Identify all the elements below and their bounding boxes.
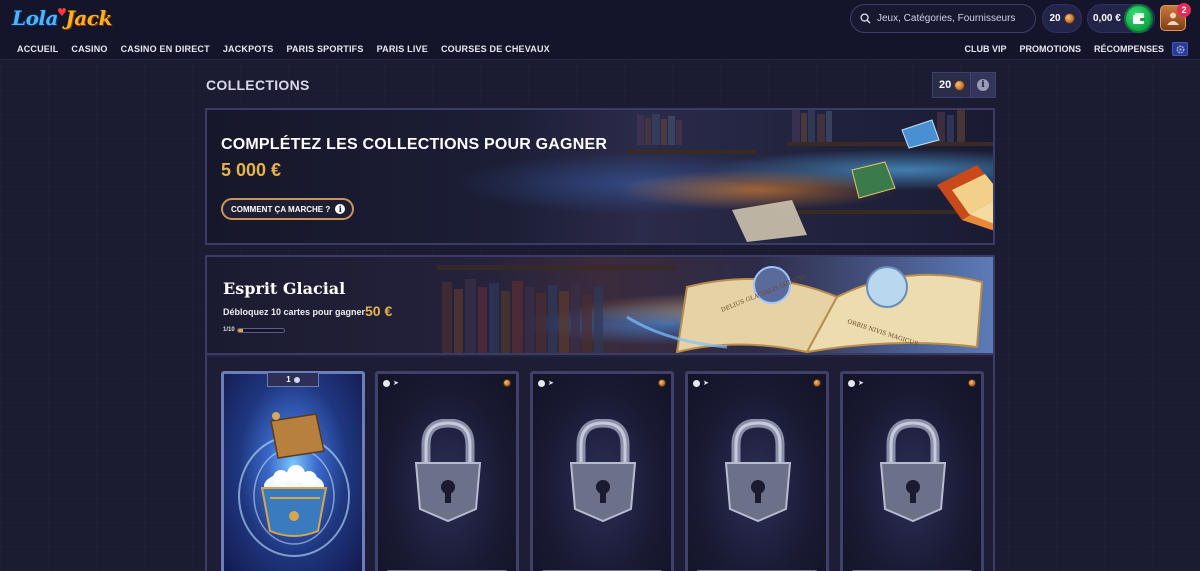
how-it-works-label: COMMENT ÇA MARCHE ? [231,204,331,214]
card-top: ➤ [848,378,976,388]
nav-item-casino[interactable]: CASINO [71,44,107,54]
nav-item-jackpots[interactable]: JACKPOTS [223,44,274,54]
nav-item-casino-en-direct[interactable]: CASINO EN DIRECT [121,44,210,54]
ice-lantern-card-art [238,412,350,557]
collection-subtitle: Débloquez 10 cartes pour gagner [223,307,366,317]
swipe-icon: ➤ [548,380,554,387]
collection-name: Esprit Glacial [223,279,346,298]
coin-icon [813,379,821,387]
rarity-dot-icon [538,379,545,387]
collections-hero-banner: COMPLÉTEZ LES COLLECTIONS POUR GAGNER 5 … [205,108,995,245]
coin-icon [293,376,300,383]
info-icon: i [976,79,989,91]
deposit-button[interactable] [1124,4,1153,33]
nav-item-paris-live[interactable]: PARIS LIVE [377,44,428,54]
collection-card-locked[interactable]: ➤ 20 [375,371,519,571]
wallet-icon [1132,12,1145,24]
settings-button[interactable] [1172,42,1188,56]
coin-icon [968,379,976,387]
search-bar[interactable] [850,4,1036,33]
nav-item-promotions[interactable]: PROMOTIONS [1019,44,1081,54]
owned-count-tag: 1 [267,373,319,387]
swipe-icon: ➤ [703,380,709,387]
rarity-dot-icon [383,379,390,387]
spellbook-illustration: DELIUS GLACIALIS LUDICRI ORBIS NIVIS MAG… [437,265,984,353]
collection-coin-count: 20 [939,79,952,91]
info-icon: i [335,204,346,214]
swipe-icon: ➤ [393,380,399,387]
swipe-icon: ➤ [858,380,864,387]
rarity-dot-icon [693,379,700,387]
logo[interactable]: Lola♥Jack [12,6,112,32]
collection-card-locked[interactable]: ➤ 20 [530,371,674,571]
coin-icon [503,379,511,387]
collection-card-locked[interactable]: ➤ 40 [840,371,984,571]
info-button[interactable]: i [969,73,995,97]
hero-prize: 5 000 € [221,160,282,180]
collection-card-locked[interactable]: ➤ 40 [685,371,829,571]
search-input[interactable] [877,13,1027,24]
coin-count: 20 [1049,13,1061,24]
coin-icon [658,379,666,387]
balance-amount: 0,00 € [1093,13,1121,24]
magic-books-illustration [637,110,993,242]
nav-item-club-vip[interactable]: CLUB VIP [964,44,1006,54]
main-nav: ACCUEIL CASINO CASINO EN DIRECT JACKPOTS… [17,44,563,54]
progress-label: 1/10 [223,327,235,333]
padlock-icon [724,419,792,523]
nav-item-courses-de-chevaux[interactable]: COURSES DE CHEVAUX [441,44,550,54]
nav-item-accueil[interactable]: ACCUEIL [17,44,58,54]
top-bar: Lola♥Jack 20 0,00 € 2 ACCUEIL CASINO CAS… [0,0,1200,60]
coin-balance[interactable]: 20 [1042,4,1082,33]
collection-panel: DELIUS GLACIALIS LUDICRI ORBIS NIVIS MAG… [205,255,995,571]
nav-item-paris-sportifs[interactable]: PARIS SPORTIFS [286,44,363,54]
card-top: ➤ [383,378,511,388]
padlock-icon [414,419,482,523]
collection-progress-bar [237,328,285,333]
card-top: ➤ [693,378,821,388]
how-it-works-button[interactable]: COMMENT ÇA MARCHE ? i [221,198,355,220]
card-top: ➤ [538,378,666,388]
padlock-icon [569,419,637,523]
padlock-icon [879,419,947,523]
coin-icon [954,79,966,91]
search-icon [860,13,871,24]
collection-card[interactable]: 1 [221,371,365,571]
coin-icon [1063,13,1075,24]
collection-reward: 50 € [365,303,393,319]
notification-badge[interactable]: 2 [1177,3,1191,17]
collection-coin-counter: 20 i [932,72,996,98]
secondary-nav: CLUB VIP PROMOTIONS RÉCOMPENSES [951,44,1164,54]
nav-item-recompenses[interactable]: RÉCOMPENSES [1094,44,1164,54]
gear-icon [1176,45,1184,53]
progress-fill [238,329,243,332]
owned-count: 1 [286,375,291,384]
cards-grid: 1 ➤ ➤ ➤ ➤ [207,357,993,571]
collection-banner: DELIUS GLACIALIS LUDICRI ORBIS NIVIS MAG… [207,257,993,355]
hero-title: COMPLÉTEZ LES COLLECTIONS POUR GAGNER [221,136,608,153]
rarity-dot-icon [848,379,855,387]
page-title: COLLECTIONS [206,77,310,93]
